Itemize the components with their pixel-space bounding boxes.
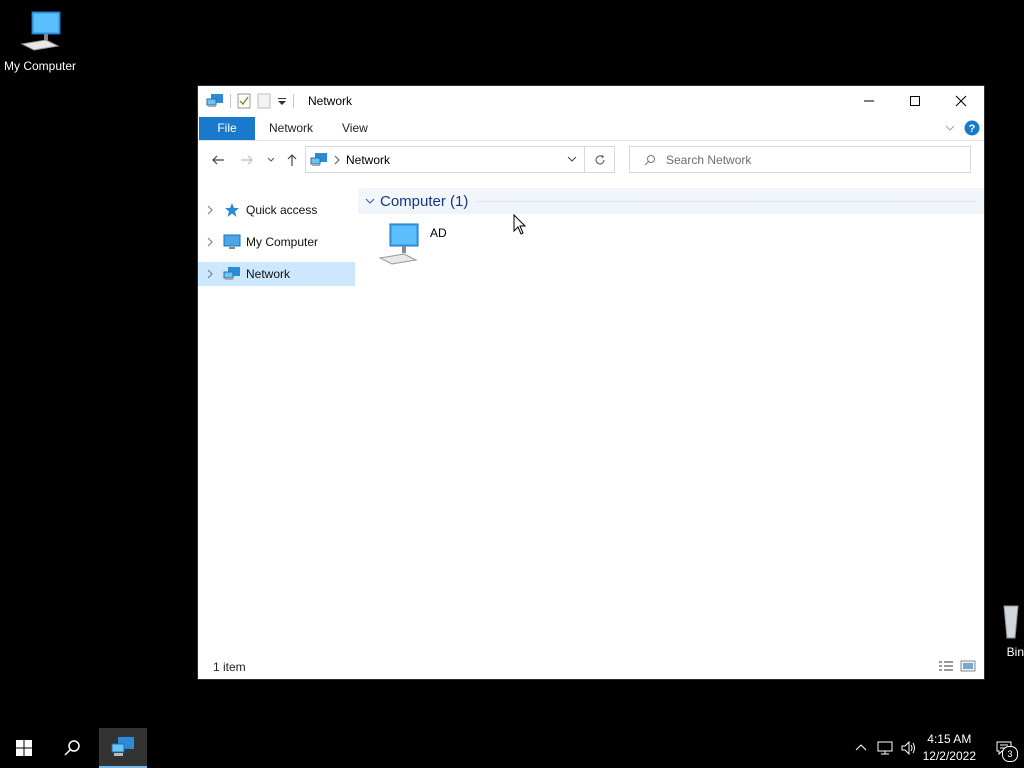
taskbar: 4:15 AM 12/2/2022 3 [0,728,1024,768]
chevron-down-icon[interactable] [566,153,578,165]
breadcrumb-network[interactable]: Network [346,153,390,167]
search-icon [64,740,80,756]
mouse-cursor-icon [513,214,527,235]
quick-access-toolbar [206,93,294,109]
clock-time: 4:15 AM [927,732,972,746]
nav-item-label: My Computer [246,235,319,249]
start-button[interactable] [0,728,48,768]
tab-file[interactable]: File [199,117,255,140]
network-status-icon[interactable] [877,741,893,755]
maximize-icon [910,96,920,106]
navigation-pane: Quick access My Computer Network [198,186,356,656]
computer-icon [378,223,419,265]
refresh-button[interactable] [585,146,615,173]
content-pane: Computer (1) AD [358,186,984,656]
clock-date: 12/2/2022 [922,749,976,763]
details-view-icon[interactable] [938,660,954,672]
system-tray: 4:15 AM 12/2/2022 3 [855,728,1024,768]
nav-item-label: Network [246,267,291,281]
star-icon [222,202,242,218]
nav-item-network[interactable]: Network [198,262,355,286]
expand-chevron-icon[interactable] [204,237,216,247]
arrow-up-icon [287,154,297,166]
monitor-icon [222,234,242,250]
toolbar-separator [293,94,294,108]
back-button[interactable] [209,151,227,169]
up-button[interactable] [283,151,301,169]
expand-chevron-icon[interactable] [204,269,216,279]
taskbar-explorer-button[interactable] [99,728,147,768]
item-count: 1 item [213,660,246,674]
chevron-down-icon [267,157,275,162]
view-buttons [938,660,976,672]
notification-count-badge: 3 [1002,746,1018,762]
desktop-icon-label: My Computer [3,59,77,73]
help-icon[interactable]: ? [964,120,980,136]
network-icon [310,152,327,166]
network-icon[interactable] [206,93,224,109]
window-title: Network [308,94,353,108]
tab-network[interactable]: Network [269,117,313,140]
search-icon [644,154,655,165]
properties-icon[interactable] [237,93,251,109]
status-bar: 1 item [198,653,984,679]
recycle-bin-icon [1003,605,1019,639]
ribbon-controls: ? [944,120,980,136]
clock[interactable]: 4:15 AM 12/2/2022 [923,731,976,765]
maximize-button[interactable] [892,86,938,116]
arrow-left-icon [212,155,224,165]
volume-icon[interactable] [901,741,917,755]
close-button[interactable] [938,86,984,116]
minimize-button[interactable] [846,86,892,116]
refresh-icon [595,154,604,164]
recent-locations-button[interactable] [262,151,280,169]
list-item-computer-ad[interactable]: AD [378,222,478,268]
title-bar: Network [198,86,984,116]
nav-item-my-computer[interactable]: My Computer [198,230,355,254]
svg-text:?: ? [969,123,976,135]
window-controls [846,86,984,116]
explorer-window: Network File Network View ? Network Sear… [198,86,984,679]
monitor-icon [20,11,61,51]
nav-item-label: Quick access [246,203,318,217]
desktop-icon-my-computer[interactable]: My Computer [0,10,80,73]
group-divider [476,200,976,202]
search-button[interactable] [48,728,96,768]
search-input[interactable] [664,151,948,168]
group-header-computer[interactable]: Computer (1) [358,188,984,214]
show-hidden-icons-icon[interactable] [855,742,867,754]
forward-button[interactable] [238,151,256,169]
customize-dropdown-icon[interactable] [277,96,287,106]
toolbar-separator [230,94,231,108]
windows-logo-icon [16,740,32,756]
network-icon [111,737,134,756]
tab-view[interactable]: View [342,117,368,140]
network-icon [222,266,242,282]
collapse-chevron-icon[interactable] [364,195,376,207]
search-box[interactable] [629,146,971,173]
action-center-button[interactable]: 3 [984,728,1024,768]
group-title: Computer (1) [380,192,469,210]
expand-ribbon-icon[interactable] [944,122,956,134]
close-icon [955,95,967,107]
new-folder-icon[interactable] [257,93,271,109]
large-icons-view-icon[interactable] [960,660,976,672]
breadcrumb-separator-icon[interactable] [334,155,340,165]
item-name: AD [430,226,447,240]
arrow-right-icon [241,155,253,165]
nav-item-quick-access[interactable]: Quick access [198,198,355,222]
minimize-icon [864,100,874,102]
address-bar[interactable]: Network [305,146,585,173]
ribbon-tabs: File Network View ? [198,117,984,141]
expand-chevron-icon[interactable] [204,205,216,215]
navigation-bar: Network [198,144,984,178]
